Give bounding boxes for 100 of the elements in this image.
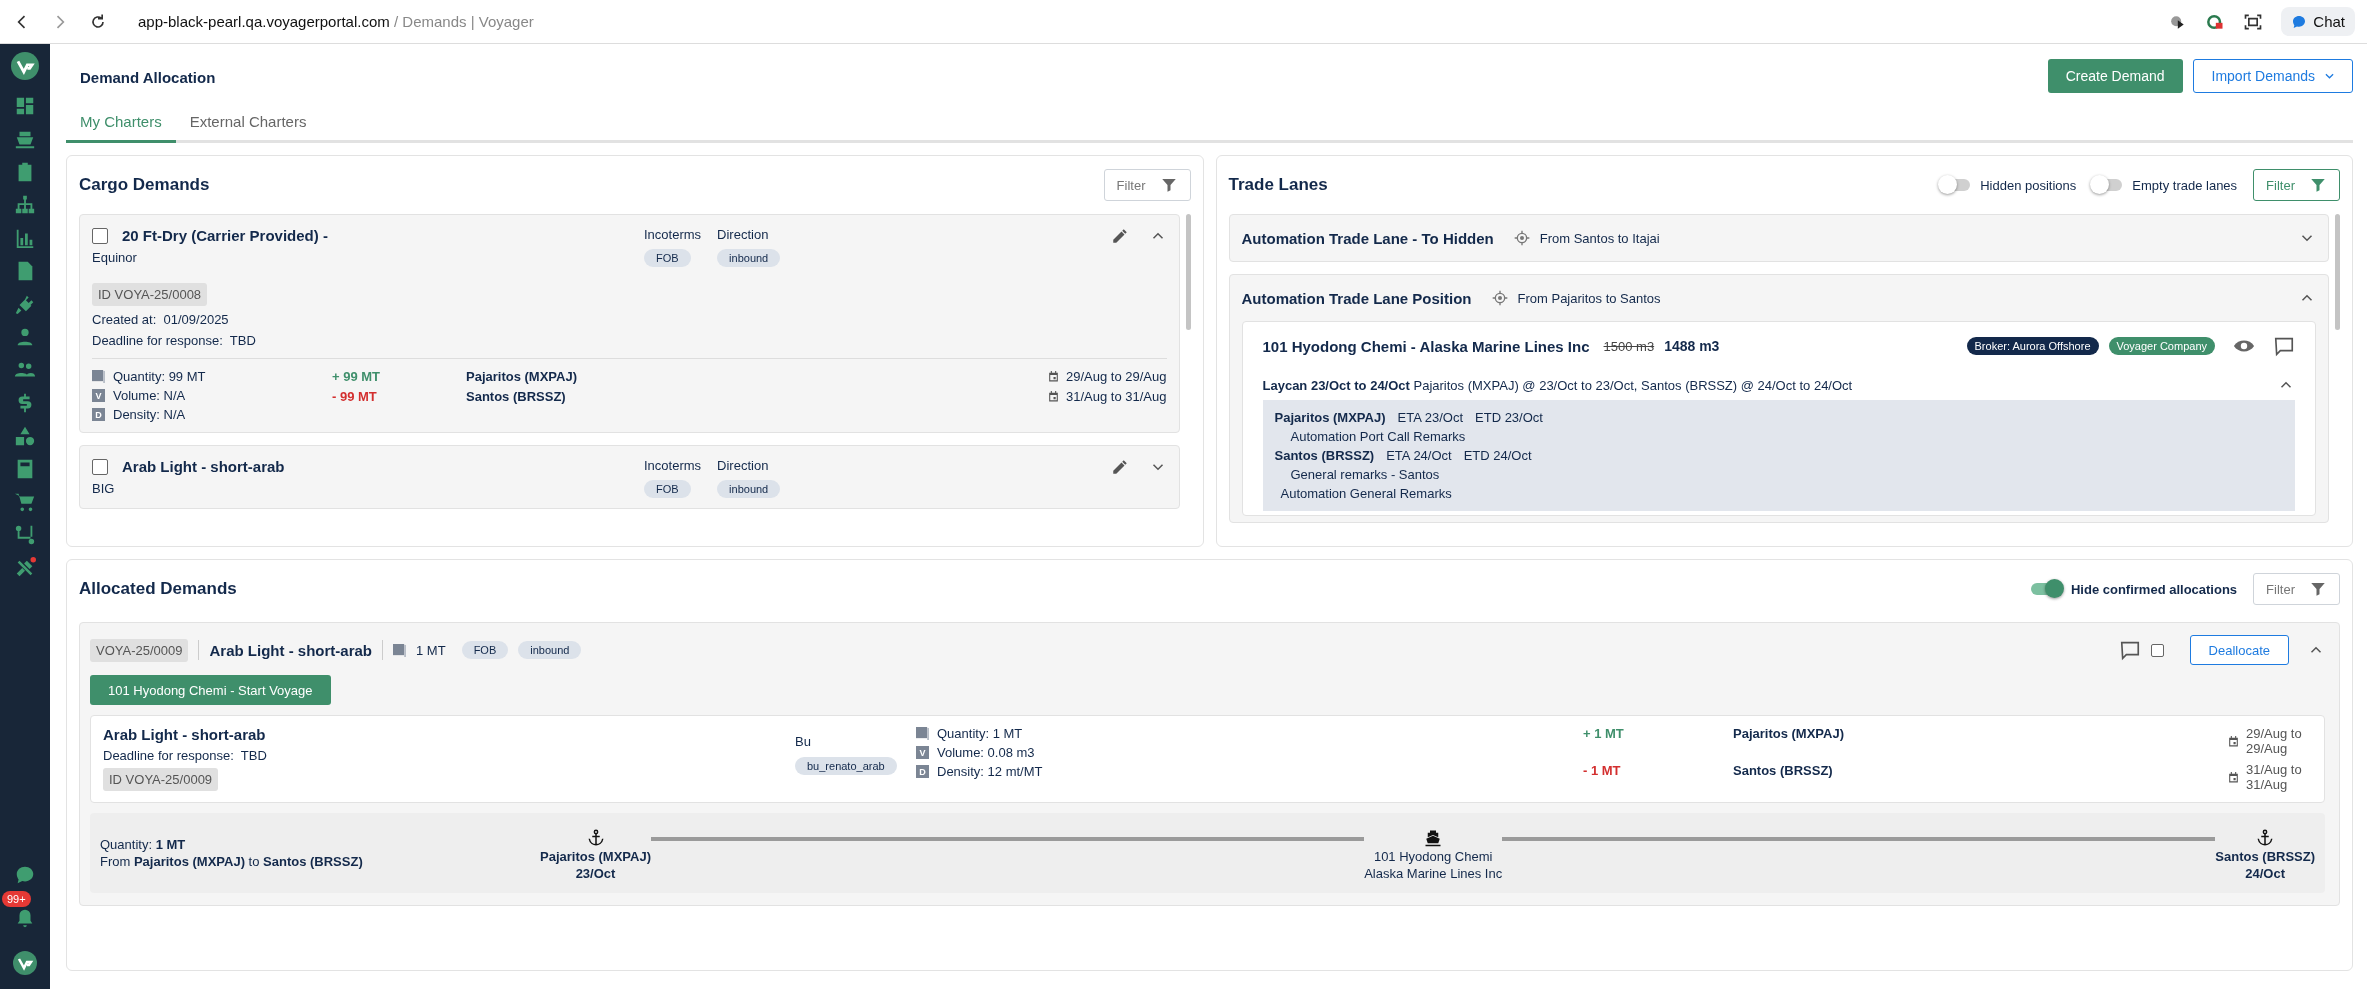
logo-icon[interactable] xyxy=(11,52,39,80)
eta-text: ETA 23/Oct xyxy=(1397,410,1464,425)
tag: inbound xyxy=(518,641,582,659)
company-name: BIG xyxy=(92,481,116,496)
calendar-icon xyxy=(1047,370,1060,383)
direction-tag: inbound xyxy=(717,480,781,498)
created-date: Created at: 01/09/2025 xyxy=(92,312,229,327)
cargo-title: Arab Light - short-arab xyxy=(103,726,266,743)
discharge-port: Santos (BRSSZ) xyxy=(466,389,567,404)
metric-text: Volume: N/A xyxy=(113,388,186,403)
quantity-icon xyxy=(916,727,929,740)
cargo-title: 20 Ft-Dry (Carrier Provided) - xyxy=(122,227,328,244)
comment-icon[interactable] xyxy=(2273,335,2295,357)
eta-text: ETA 24/Oct xyxy=(1386,448,1452,463)
direction-tag: inbound xyxy=(717,249,781,267)
operator-name: Alaska Marine Lines Inc xyxy=(1364,866,1503,881)
edit-icon[interactable] xyxy=(1110,227,1129,245)
filter-button[interactable]: Filter xyxy=(2253,169,2340,201)
date-range: 31/Aug to 31/Aug xyxy=(1066,389,1167,404)
etd-text: ETD 23/Oct xyxy=(1475,410,1543,425)
load-port: Pajaritos (MXPAJ) xyxy=(1733,726,1845,741)
panel-title: Allocated Demands xyxy=(79,579,237,599)
scrollbar[interactable] xyxy=(2335,214,2340,330)
deadline-text: Deadline for response: TBD xyxy=(103,748,267,763)
tag: Broker: Aurora Offshore xyxy=(1966,337,2099,355)
metric-text: Density: 12 mt/MT xyxy=(937,764,1043,779)
tag: FOB xyxy=(461,641,509,659)
volume-badge: V xyxy=(916,746,929,759)
remarks-text: Automation General Remarks xyxy=(1279,486,1453,501)
density-badge: D xyxy=(92,408,105,421)
panel-title: Trade Lanes xyxy=(1228,175,1328,195)
discharged-amount: - 99 MT xyxy=(332,389,378,404)
comment-icon[interactable] xyxy=(2118,639,2141,661)
bar-chart-icon[interactable] xyxy=(14,227,36,249)
remarks-text: Automation Port Call Remarks xyxy=(1289,429,1467,444)
trade-lane-name: Automation Trade Lane Position xyxy=(1241,289,1472,307)
tab[interactable]: External Charters xyxy=(175,102,321,143)
discharged-amount: - 1 MT xyxy=(1583,763,1622,778)
create-button[interactable]: Create Demand xyxy=(2047,58,2183,93)
chat-button[interactable]: Chat xyxy=(2281,7,2355,36)
calendar-icon xyxy=(2227,770,2240,784)
edit-icon[interactable] xyxy=(1110,458,1129,476)
trade-lane-name: Automation Trade Lane - To Hidden xyxy=(1241,229,1494,247)
date-range: 29/Aug to 29/Aug xyxy=(2246,726,2303,756)
laycan-text: Laycan 23/Oct to 24/Oct Pajaritos (MXPAJ) @ 23/Oct to 23/Oct, Santos (BRSSZ) @ 24/Oct to 24/Oct xyxy=(1262,377,1853,393)
sitemap-icon[interactable] xyxy=(14,194,36,216)
discharge-port: Santos (BRSSZ) xyxy=(1733,763,1834,778)
chat-icon xyxy=(2291,13,2308,30)
bu-label: Bu xyxy=(795,734,811,749)
cargo-title: Arab Light - short-arab xyxy=(122,458,285,475)
logo-icon[interactable] xyxy=(13,951,37,975)
port-name: Pajaritos (MXPAJ) xyxy=(540,849,651,864)
toggle-label: Hide confirmed allocations xyxy=(2070,581,2238,597)
route-icon[interactable] xyxy=(14,524,36,546)
density-badge: D xyxy=(916,765,929,778)
cargo-title: Arab Light - short-arab xyxy=(209,641,372,659)
tag: Voyager Company xyxy=(2108,337,2215,355)
volume-badge: V xyxy=(92,389,105,402)
cart-icon[interactable] xyxy=(14,491,36,513)
loaded-amount: + 99 MT xyxy=(332,369,382,384)
id-tag: ID VOYA-25/0009 xyxy=(103,768,219,791)
filter-button[interactable]: Filter xyxy=(2253,573,2340,605)
tools-icon[interactable] xyxy=(14,557,36,579)
date-range: 31/Aug to 31/Aug xyxy=(2246,762,2303,792)
quantity-text: 1 MT xyxy=(416,642,446,658)
deallocate-button[interactable]: Deallocate xyxy=(2189,635,2289,665)
id-tag: VOYA-25/0009 xyxy=(90,638,189,662)
loaded-amount: + 1 MT xyxy=(1583,726,1625,741)
date-text: 23/Oct xyxy=(575,866,616,881)
calendar-icon xyxy=(2227,734,2240,748)
quantity-icon xyxy=(393,643,406,657)
filter-button[interactable]: Filter xyxy=(1103,169,1191,201)
incoterms-tag: FOB xyxy=(644,480,691,498)
shapes-icon[interactable] xyxy=(14,425,36,447)
anchor-icon xyxy=(586,829,605,847)
vessel-name: 101 Hyodong Chemi xyxy=(1373,849,1493,864)
chat-icon[interactable] xyxy=(14,864,36,886)
address-bar[interactable]: app-black-pearl.qa.voyagerportal.com / Demands | Voyager xyxy=(138,13,534,30)
checkbox[interactable] xyxy=(92,458,108,475)
checkbox[interactable] xyxy=(92,227,108,244)
route-summary: From Pajaritos (MXPAJ) to Santos (BRSSZ) xyxy=(100,854,364,869)
remarks-text: General remarks - Santos xyxy=(1289,467,1441,482)
dashboard-icon[interactable] xyxy=(14,95,36,117)
direction-label: Direction xyxy=(717,458,769,473)
plug-icon[interactable] xyxy=(14,293,36,315)
target-icon xyxy=(1491,290,1508,306)
port-name: Santos (BRSSZ) xyxy=(2215,849,2315,864)
start-voyage-button[interactable]: 101 Hyodong Chemi - Start Voyage xyxy=(90,675,331,705)
import-dropdown-button[interactable]: Import Demands xyxy=(2192,58,2353,93)
panel-title: Cargo Demands xyxy=(79,175,210,195)
metric-text: Density: N/A xyxy=(113,407,186,422)
company-name: Equinor xyxy=(92,250,138,265)
checkbox[interactable] xyxy=(2150,643,2164,657)
ship-icon xyxy=(1424,829,1443,847)
quantity-text: Quantity: 1 MT xyxy=(100,837,187,852)
port-name: Santos (BRSSZ) xyxy=(1274,448,1375,463)
notification-badge: 99+ xyxy=(2,891,31,907)
scrollbar[interactable] xyxy=(1185,214,1191,330)
vessel-title: 101 Hyodong Chemi - Alaska Marine Lines Inc xyxy=(1262,337,1590,355)
tab[interactable]: My Charters xyxy=(66,102,176,143)
